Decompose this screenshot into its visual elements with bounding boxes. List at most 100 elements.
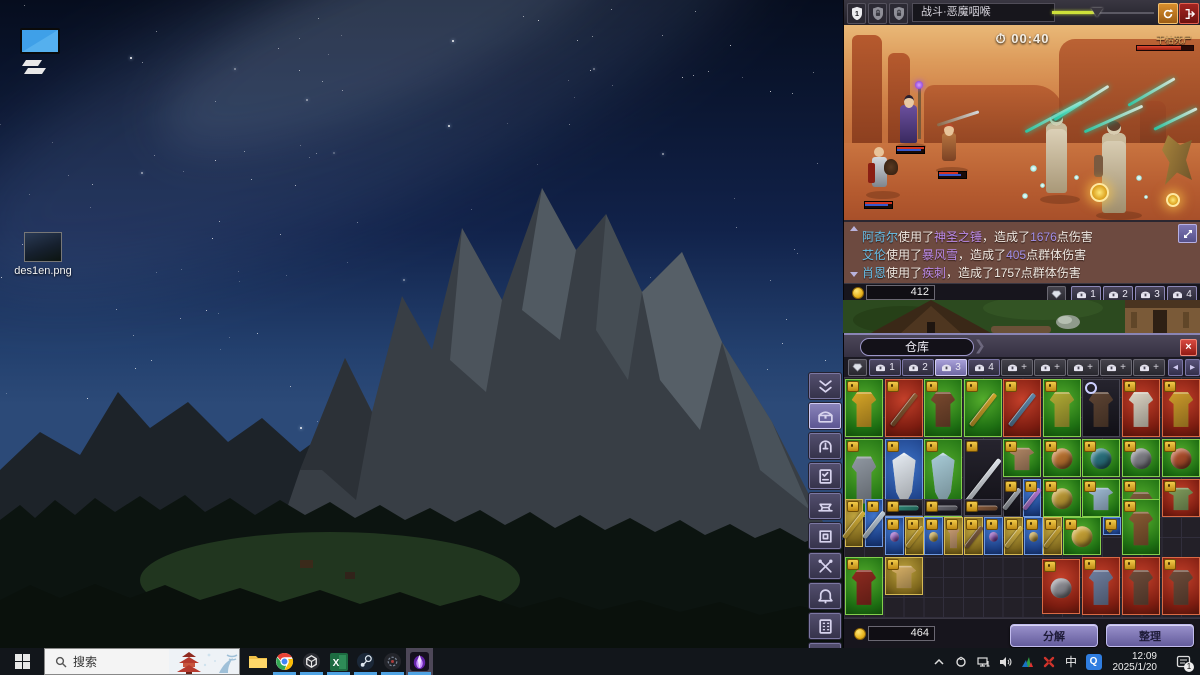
warehouse-tab-add-2[interactable]: +	[1034, 359, 1066, 376]
inventory-item-blue-pauldron[interactable]	[1082, 479, 1120, 517]
tray-ime-indicator[interactable]: 中	[1064, 654, 1079, 669]
inventory-item-hook[interactable]	[1043, 517, 1062, 555]
sort-button[interactable]: 整理	[1106, 624, 1194, 647]
inventory-item-gray-belt[interactable]	[924, 499, 962, 516]
inventory-item-vest-2[interactable]	[1162, 557, 1200, 615]
tray-ring-icon[interactable]	[954, 654, 969, 669]
inventory-item-demon-armor[interactable]	[845, 557, 883, 615]
inventory-item-clasp[interactable]	[1103, 517, 1121, 535]
tray-q-app-icon[interactable]: Q	[1086, 654, 1102, 670]
toolbar-journal-button[interactable]	[808, 462, 842, 490]
warehouse-tab-add-1[interactable]: +	[1001, 359, 1033, 376]
close-warehouse-button[interactable]: ×	[1180, 339, 1197, 356]
warehouse-tab-add-5[interactable]: +	[1133, 359, 1165, 376]
warehouse-tab-4[interactable]: 4	[968, 359, 1000, 376]
inventory-item-necklace[interactable]	[1004, 517, 1023, 555]
inventory-item-red-mask[interactable]	[1162, 439, 1200, 477]
toolbar-craft-button[interactable]	[808, 552, 842, 580]
tab-scroll-prev-button[interactable]: ◂	[1168, 359, 1183, 376]
inventory-item-amulet[interactable]	[885, 517, 904, 555]
lock-icon	[1005, 481, 1017, 492]
toolbar-collapse-button[interactable]	[808, 372, 842, 400]
inventory-item-green-gloves[interactable]	[1162, 479, 1200, 517]
inventory-item-gloves[interactable]	[1003, 439, 1041, 477]
warehouse-gem-button[interactable]	[848, 359, 867, 376]
toolbar-helmet-button[interactable]	[808, 432, 842, 460]
inventory-item-gold-cloak[interactable]	[845, 379, 883, 437]
disassemble-button[interactable]: 分解	[1010, 624, 1098, 647]
inventory-item-plate-mail[interactable]	[1082, 557, 1120, 615]
speed-slider-handle[interactable]	[1091, 8, 1103, 17]
inventory-item-teal-helmet[interactable]	[1082, 439, 1120, 477]
inventory-item-green-cloak[interactable]	[1043, 379, 1081, 437]
inventory-item-gray-helm[interactable]	[1042, 559, 1080, 614]
toolbar-storage-box-button[interactable]	[808, 522, 842, 550]
tray-chevron-up-icon[interactable]	[932, 654, 947, 669]
desktop-file[interactable]: des1en.png	[8, 232, 78, 277]
inventory-item-vest[interactable]	[1122, 557, 1160, 615]
inventory-item-gauntlets[interactable]	[885, 557, 923, 595]
taskbar-app-steam[interactable]	[352, 648, 379, 675]
taskbar-app-game-gear[interactable]	[379, 648, 406, 675]
log-scroll-up[interactable]	[850, 226, 858, 231]
inventory-item-purple-crystal[interactable]	[1023, 479, 1041, 517]
battle-title[interactable]: 战斗·恶魔咽喉	[912, 3, 1055, 22]
inventory-grid[interactable]	[844, 378, 1200, 618]
inventory-item-gold-helm[interactable]	[1063, 517, 1101, 555]
exit-battle-button[interactable]	[1179, 3, 1199, 24]
warehouse-tab-1[interactable]: 1	[869, 359, 901, 376]
refresh-button[interactable]	[1158, 3, 1178, 24]
search-box[interactable]: 搜索	[44, 648, 240, 675]
taskbar-clock[interactable]: 12:09 2025/1/20	[1109, 651, 1164, 673]
toolbar-bell-button[interactable]	[808, 582, 842, 610]
tray-volume-icon[interactable]	[998, 654, 1013, 669]
inventory-item-dagger[interactable]	[1003, 479, 1021, 517]
inventory-item-medal[interactable]	[924, 517, 943, 555]
inventory-item-rod[interactable]	[905, 517, 924, 555]
log-scroll-down[interactable]	[850, 272, 858, 277]
battle-log[interactable]: 阿奇尔使用了神圣之锤，造成了1676点伤害艾伦使用了暴风雪，造成了405点群体伤…	[844, 220, 1200, 283]
lock-slot-button-1[interactable]	[868, 3, 887, 24]
log-expand-button[interactable]	[1178, 224, 1197, 243]
inventory-item-bell-charm[interactable]	[1024, 517, 1043, 555]
action-center-icon[interactable]: 1	[1170, 648, 1196, 675]
inventory-item-gold-staff[interactable]	[845, 499, 863, 547]
inventory-item-white-robe[interactable]	[1122, 379, 1160, 437]
toolbar-warehouse-button[interactable]	[808, 402, 842, 430]
inventory-item-horned-helmet[interactable]	[1122, 439, 1160, 477]
inventory-item-doll[interactable]	[944, 517, 963, 555]
toolbar-forge-button[interactable]	[808, 492, 842, 520]
taskbar-app-game-cube[interactable]	[298, 648, 325, 675]
taskbar-app-chrome[interactable]	[271, 648, 298, 675]
inventory-item-wand[interactable]	[964, 517, 983, 555]
inventory-item-gold-spear[interactable]	[964, 379, 1002, 437]
inventory-item-leather-armor[interactable]	[1082, 379, 1120, 437]
warehouse-tab-add-3[interactable]: +	[1067, 359, 1099, 376]
tray-pc-manager-icon[interactable]	[1020, 654, 1035, 669]
lock-slot-button-2b[interactable]	[889, 3, 908, 24]
warehouse-tab-add-4[interactable]: +	[1100, 359, 1132, 376]
tab-scroll-next-button[interactable]: ▸	[1185, 359, 1200, 376]
taskbar-app-excel[interactable]: X	[325, 648, 352, 675]
this-pc-icon[interactable]	[12, 22, 68, 78]
inventory-item-barrel-armor[interactable]	[1122, 499, 1160, 555]
inventory-item-round-shield[interactable]	[1043, 439, 1081, 477]
inventory-item-brown-shirt[interactable]	[924, 379, 962, 437]
inventory-item-crossbow[interactable]	[885, 379, 923, 437]
inventory-item-blue-axe[interactable]	[1003, 379, 1041, 437]
formation-shield-button[interactable]: 1	[847, 3, 866, 24]
inventory-item-teal-belt[interactable]	[885, 499, 923, 516]
inventory-item-violet-amulet[interactable]	[984, 517, 1003, 555]
inventory-item-steel-blade[interactable]	[865, 499, 883, 547]
inventory-item-gold-buckler[interactable]	[1043, 479, 1081, 517]
taskbar-app-game-active[interactable]	[406, 648, 433, 675]
start-button[interactable]	[0, 648, 44, 675]
tray-pinwheel-icon[interactable]	[1042, 654, 1057, 669]
warehouse-tab-3[interactable]: 3	[935, 359, 967, 376]
inventory-item-gold-plate[interactable]	[1162, 379, 1200, 437]
taskbar-app-file-explorer[interactable]	[244, 648, 271, 675]
inventory-item-brown-belt[interactable]	[964, 499, 1002, 516]
toolbar-quests-button[interactable]	[808, 612, 842, 640]
warehouse-tab-2[interactable]: 2	[902, 359, 934, 376]
tray-network-icon[interactable]	[976, 654, 991, 669]
